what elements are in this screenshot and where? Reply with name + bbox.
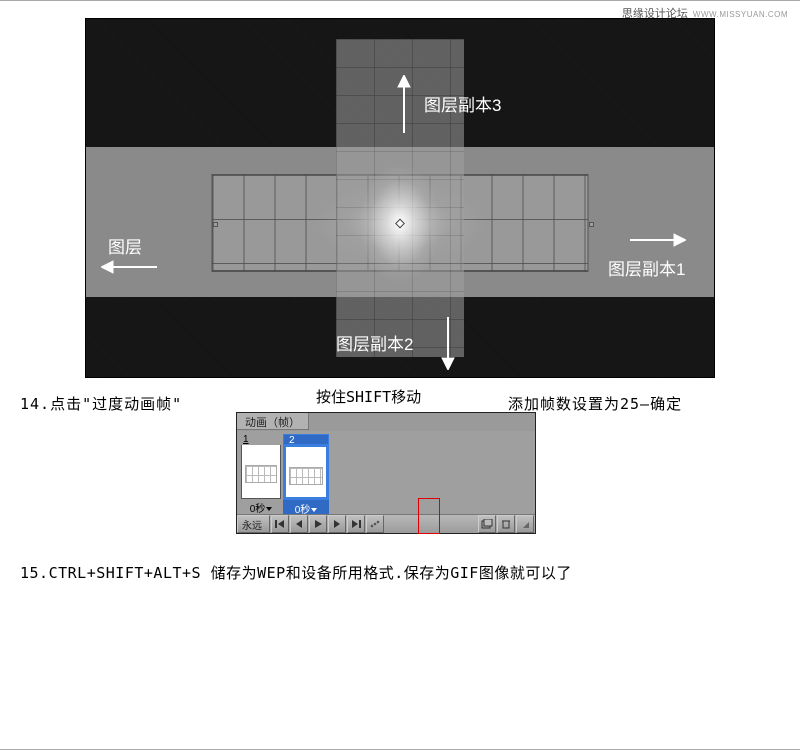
figure-caption: 按住SHIFT移动: [316, 386, 421, 407]
animation-tab[interactable]: 动画（帧）: [237, 413, 309, 430]
arrow-down-icon: [438, 315, 458, 370]
step-14-right: 添加帧数设置为25—确定: [508, 393, 682, 414]
frame-2[interactable]: 2 0秒: [286, 434, 326, 517]
frame-1-thumb: [241, 445, 281, 499]
label-layer-copy-2: 图层副本2: [336, 330, 413, 355]
label-layer: 图层: [108, 233, 142, 258]
step-14-left: 14.点击"过度动画帧": [20, 393, 182, 414]
label-layer-copy-3: 图层副本3: [424, 91, 501, 116]
next-frame-button[interactable]: [328, 515, 346, 533]
step-15-text: 15.CTRL+SHIFT+ALT+S 储存为WEP和设备所用格式.保存为GIF…: [20, 562, 572, 583]
arrow-right-icon: [628, 230, 686, 250]
animation-footer: 永远: [237, 514, 535, 533]
transform-handle-left: [213, 222, 218, 227]
frame-1-index: 1: [241, 434, 281, 445]
transform-handle-right: [589, 222, 594, 227]
frame-2-thumb: [283, 444, 329, 500]
tween-highlight-box: [418, 498, 440, 534]
animation-frames-area: 1 0秒 2 0秒: [237, 431, 535, 514]
label-layer-copy-1: 图层副本1: [608, 255, 685, 280]
tween-button[interactable]: [366, 515, 384, 533]
first-frame-button[interactable]: [271, 515, 289, 533]
last-frame-button[interactable]: [347, 515, 365, 533]
delete-frame-button[interactable]: [497, 515, 515, 533]
animation-panel: 动画（帧） 1 0秒 2 0秒 永远: [236, 412, 536, 534]
frame-1[interactable]: 1 0秒: [241, 434, 281, 516]
new-frame-button[interactable]: [478, 515, 496, 533]
panel-resize-handle[interactable]: [516, 515, 534, 533]
tutorial-figure: 图层副本3 图层副本2 图层 图层副本1: [85, 18, 715, 378]
loop-dropdown[interactable]: 永远: [237, 515, 270, 533]
arrow-left-icon: [101, 257, 159, 277]
arrow-up-icon: [394, 75, 414, 135]
play-button[interactable]: [309, 515, 327, 533]
prev-frame-button[interactable]: [290, 515, 308, 533]
